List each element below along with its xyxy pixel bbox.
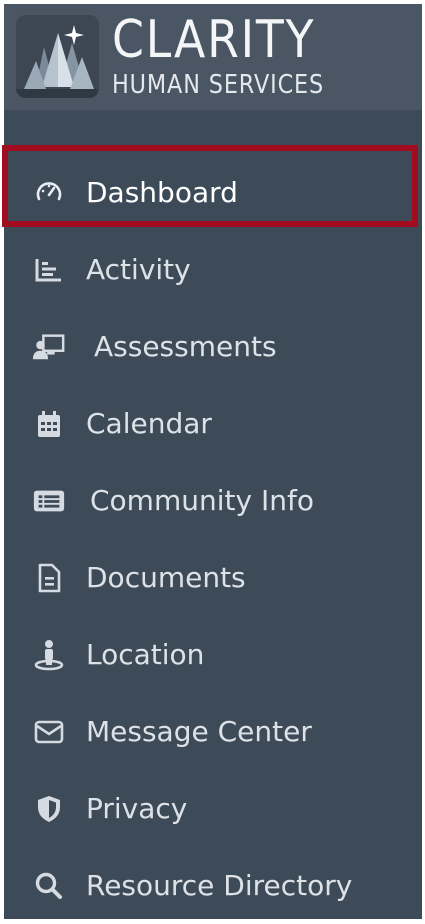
sidebar-item-label: Location <box>86 638 205 671</box>
sidebar-item-label: Message Center <box>86 715 312 748</box>
sidebar-item-activity[interactable]: Activity <box>4 232 422 308</box>
document-icon <box>32 562 66 594</box>
location-person-icon <box>32 639 66 671</box>
brand-subtitle: HUMAN SERVICES <box>112 70 325 100</box>
list-card-icon <box>32 485 66 517</box>
sidebar: CLARITY HUMAN SERVICES Dashboard Activit… <box>4 4 422 919</box>
chart-bars-icon <box>32 254 66 286</box>
speedometer-icon <box>32 177 66 209</box>
sidebar-item-location[interactable]: Location <box>4 617 422 693</box>
sidebar-item-label: Assessments <box>94 330 277 363</box>
sidebar-item-label: Community Info <box>90 484 314 517</box>
sidebar-item-label: Resource Directory <box>86 869 353 902</box>
calendar-icon <box>32 408 66 440</box>
sidebar-item-documents[interactable]: Documents <box>4 540 422 616</box>
sidebar-item-label: Privacy <box>86 792 188 825</box>
sidebar-item-calendar[interactable]: Calendar <box>4 386 422 462</box>
sidebar-item-assessments[interactable]: Assessments <box>4 309 422 385</box>
sidebar-item-resource-directory[interactable]: Resource Directory <box>4 848 422 924</box>
presentation-user-icon <box>32 331 66 363</box>
sidebar-item-community-info[interactable]: Community Info <box>4 463 422 539</box>
sidebar-item-dashboard[interactable]: Dashboard <box>4 155 422 231</box>
sidebar-item-label: Calendar <box>86 407 212 440</box>
shield-icon <box>32 793 66 825</box>
sidebar-item-label: Documents <box>86 561 246 594</box>
search-icon <box>32 870 66 902</box>
sidebar-item-privacy[interactable]: Privacy <box>4 771 422 847</box>
sidebar-item-label: Dashboard <box>86 176 238 209</box>
crystal-logo-icon[interactable] <box>16 15 99 98</box>
brand-title: CLARITY <box>112 10 316 70</box>
sidebar-item-message-center[interactable]: Message Center <box>4 694 422 770</box>
sidebar-item-label: Activity <box>86 253 191 286</box>
brand-header: CLARITY HUMAN SERVICES <box>4 4 422 110</box>
envelope-icon <box>32 716 66 748</box>
